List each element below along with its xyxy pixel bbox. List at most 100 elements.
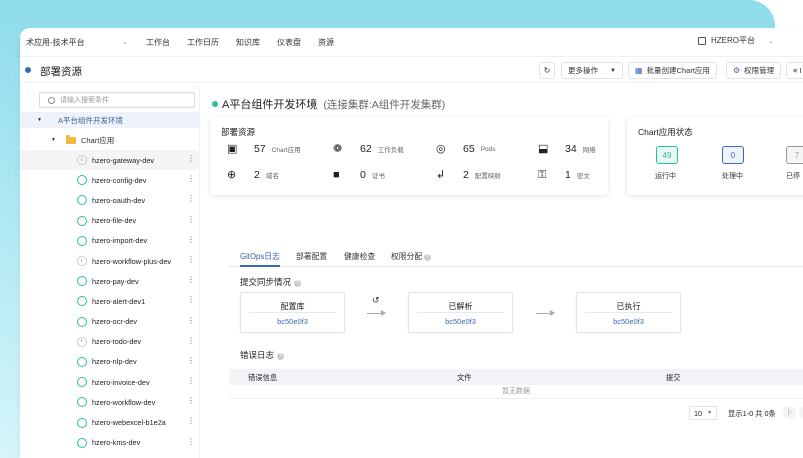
app-name: hzero-kms-dev	[92, 438, 141, 448]
tab-label: GitOps日志	[240, 252, 280, 261]
tab-label: 部署配置	[296, 252, 328, 261]
sync-step-executed: 已执行 bc50e0f3	[576, 292, 681, 333]
app-name: hzero-alert-dev1	[92, 296, 146, 306]
resource-stat[interactable]: ◎ 65 Pods	[436, 143, 496, 155]
platform-selector[interactable]: HZERO平台 ⌄	[698, 35, 774, 46]
app-list-item[interactable]: hzero-file-dev ⋮	[20, 211, 200, 231]
extra-button-label: ≡ I	[793, 66, 802, 75]
resource-count: 1	[565, 169, 571, 181]
nav-item-dashboard[interactable]: 仪表盘	[277, 37, 301, 48]
resource-count: 0	[360, 169, 366, 181]
sync-step-commit-link[interactable]: bc50e0f3	[409, 317, 512, 326]
app-list-item[interactable]: hzero-workflow-dev ⋮	[20, 392, 200, 412]
tab-deploy-config[interactable]: 部署配置	[296, 251, 327, 267]
refresh-button[interactable]: ↻	[539, 62, 555, 79]
app-list: hzero-gateway-dev ⋮ hzero-config-dev ⋮ hzero…	[20, 150, 200, 453]
app-list-item[interactable]: hzero-todo-dev ⋮	[20, 332, 200, 352]
more-options-icon[interactable]: ⋮	[187, 276, 195, 284]
permission-management-button[interactable]: ⚙ 权限管理	[726, 62, 782, 79]
resource-stat[interactable]: ▣ 57 Chart应用	[227, 143, 301, 155]
app-list-item[interactable]: hzero-alert-dev1 ⋮	[20, 291, 200, 311]
status-stopped-icon	[77, 336, 87, 347]
app-list-item[interactable]: hzero-webexcel-b1e2a ⋮	[20, 412, 200, 432]
nav-item-knowledge[interactable]: 知识库	[236, 37, 260, 48]
more-options-icon[interactable]: ⋮	[187, 175, 195, 183]
resource-stat[interactable]: ❁ 62 工作负载	[333, 143, 404, 155]
app-list-item[interactable]: hzero-oauth-dev ⋮	[20, 190, 200, 210]
prev-page-icon[interactable]: ‹	[799, 406, 803, 419]
resource-unit: 域名	[265, 173, 279, 180]
tree-node-label: A平台组件开发环境	[57, 115, 123, 125]
tree-node-chart-folder[interactable]: ▼ Chart应用	[20, 132, 114, 148]
tree-node-environment[interactable]: ▼ A平台组件开发环境	[20, 112, 200, 128]
more-options-icon[interactable]: ⋮	[187, 255, 195, 264]
app-list-item[interactable]: hzero-kms-dev ⋮	[20, 433, 200, 453]
column-header-error: 错误信息	[248, 373, 278, 382]
resource-stat[interactable]: ⊕ 2 域名	[227, 169, 279, 181]
more-options-icon[interactable]: ⋮	[187, 437, 195, 446]
more-options-icon[interactable]: ⋮	[187, 397, 195, 405]
refresh-icon: ↻	[543, 66, 551, 75]
folder-icon	[65, 134, 76, 144]
more-options-icon[interactable]: ⋮	[187, 316, 195, 325]
prev-page-first-icon[interactable]: |‹	[783, 406, 796, 419]
tab-health-check[interactable]: 健康检查	[344, 251, 375, 267]
search-input[interactable]: 请输入搜索条件	[39, 92, 195, 108]
tab-gitops-log[interactable]: GitOps日志	[240, 251, 280, 267]
more-options-icon[interactable]: ⋮	[187, 336, 195, 345]
app-list-item[interactable]: hzero-gateway-dev ⋮	[20, 150, 200, 171]
status-running-icon	[77, 356, 87, 367]
stopped-count-box[interactable]: 7	[786, 146, 803, 164]
nav-item-calendar[interactable]: 工作日历	[187, 37, 219, 48]
resource-stat[interactable]: ↲ 2 配置映射	[436, 169, 501, 181]
more-options-icon[interactable]: ⋮	[187, 356, 195, 365]
help-icon: ?	[294, 280, 302, 287]
nav-item-resources[interactable]: 资源	[318, 37, 334, 48]
resource-count: 2	[254, 169, 260, 181]
running-count-box[interactable]: 49	[656, 146, 678, 164]
extra-button[interactable]: ≡ I	[786, 62, 803, 79]
org-selector[interactable]: 术应用-技术平台 ⌄	[26, 34, 134, 51]
tab-permission[interactable]: 权限分配?	[391, 251, 432, 267]
sync-step-config-repo: 配置库 bc50e0f3	[240, 292, 345, 333]
sync-step-commit-link[interactable]: bc50e0f3	[241, 317, 344, 326]
sync-step-commit-link[interactable]: bc50e0f3	[577, 317, 680, 326]
page-size-select[interactable]: 10 ▼	[689, 406, 717, 420]
resource-stat[interactable]: ⬓ 34 网络	[538, 143, 596, 155]
status-stopped-icon	[77, 155, 87, 166]
arrow-right-icon	[536, 310, 555, 316]
more-operations-button[interactable]: 更多操作 ▼	[561, 62, 623, 79]
resource-stat[interactable]: ■ 0 证书	[333, 169, 385, 181]
app-list-item[interactable]: hzero-ocr-dev ⋮	[20, 312, 200, 332]
nav-item-workbench[interactable]: 工作台	[146, 37, 170, 48]
app-list-item[interactable]: hzero-nlp-dev ⋮	[20, 352, 200, 372]
resource-unit: 网络	[582, 147, 596, 154]
status-running-icon	[77, 276, 87, 287]
environment-name: A平台组件开发环境	[222, 99, 318, 111]
more-options-icon[interactable]: ⋮	[187, 195, 195, 203]
app-list-item[interactable]: hzero-workflow-plus-dev ⋮	[20, 251, 200, 271]
more-operations-label: 更多操作	[568, 66, 598, 75]
search-icon	[48, 96, 55, 104]
sidebar: 请输入搜索条件 ▼ A平台组件开发环境 ▼ Chart应用 hzero-gate…	[20, 86, 200, 458]
app-list-item[interactable]: hzero-config-dev ⋮	[20, 170, 200, 190]
resources-card: 部署资源 ▣ 57 Chart应用 ❁ 62 工作负载 ◎ 65 Pods ⬓ 34 网络 ⊕ 2 域名 ■ 0…	[210, 117, 608, 195]
app-list-item[interactable]: hzero-import-dev ⋮	[20, 231, 200, 251]
more-options-icon[interactable]: ⋮	[187, 155, 195, 163]
more-options-icon[interactable]: ⋮	[187, 417, 195, 425]
sync-section-title: 提交同步情况?	[240, 276, 302, 288]
processing-label: 处理中	[722, 173, 743, 180]
more-options-icon[interactable]: ⋮	[187, 296, 195, 304]
more-options-icon[interactable]: ⋮	[187, 377, 195, 385]
app-list-item[interactable]: hzero-pay-dev ⋮	[20, 271, 200, 291]
more-options-icon[interactable]: ⋮	[187, 215, 195, 224]
app-list-item[interactable]: hzero-invoice-dev ⋮	[20, 372, 200, 392]
resource-unit: Pods	[480, 145, 496, 153]
processing-count-box[interactable]: 0	[722, 146, 744, 164]
resync-icon[interactable]: ↺	[372, 295, 380, 306]
processing-count: 0	[730, 150, 736, 160]
batch-create-chart-button[interactable]: ▦ 批量创建Chart应用	[628, 62, 717, 79]
resource-stat[interactable]: ⚿ 1 密文	[538, 169, 590, 181]
resource-count: 2	[463, 169, 469, 181]
more-options-icon[interactable]: ⋮	[187, 235, 195, 244]
